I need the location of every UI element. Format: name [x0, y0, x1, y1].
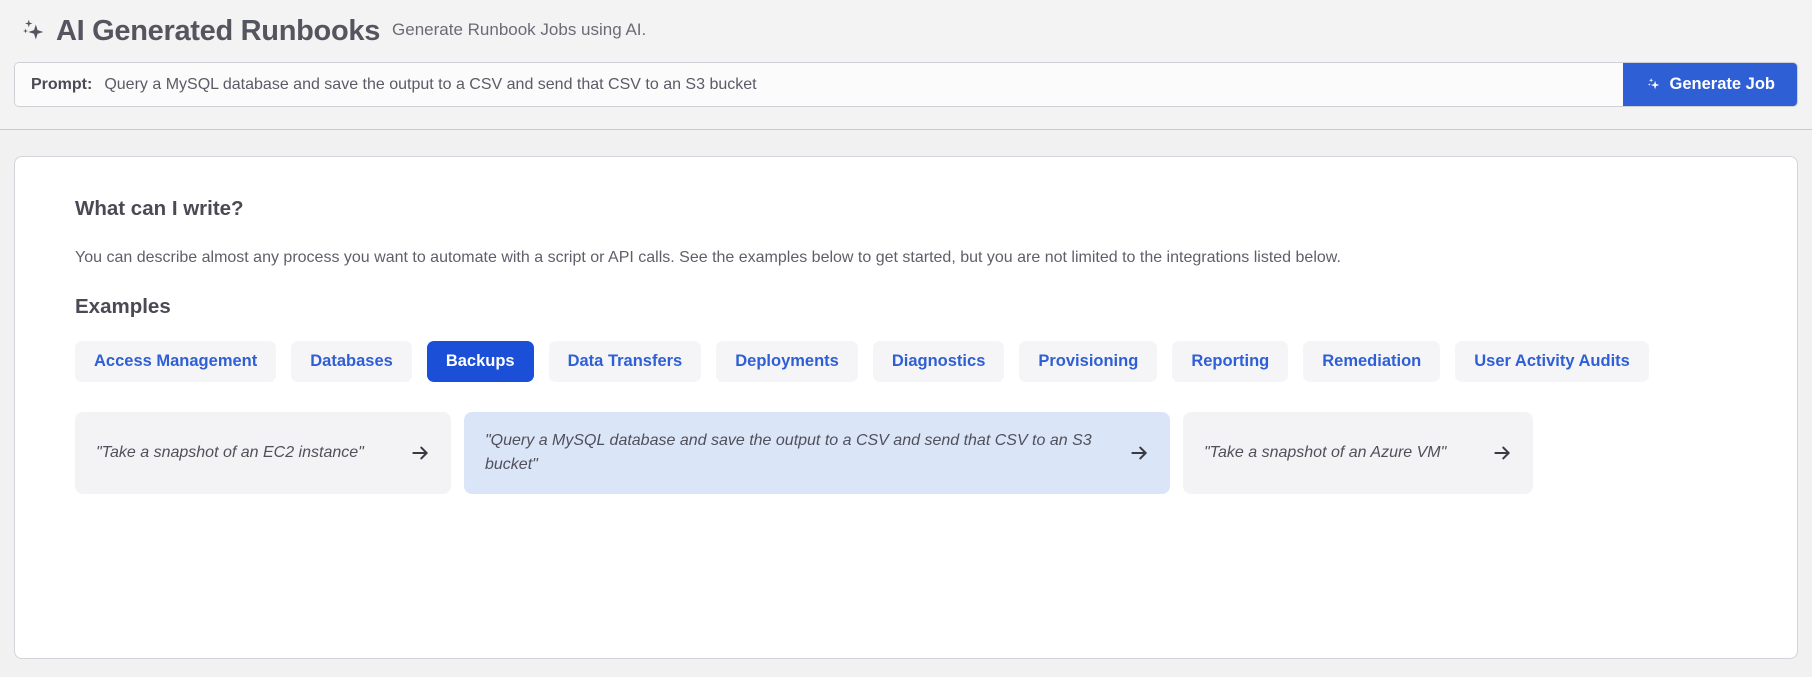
category-chip[interactable]: Backups: [426, 340, 534, 382]
category-chip-label: Reporting: [1191, 351, 1270, 370]
category-chip[interactable]: User Activity Audits: [1455, 340, 1649, 382]
sparkle-icon: [23, 19, 44, 40]
category-chip-label: Deployments: [735, 351, 839, 370]
category-chip[interactable]: Deployments: [716, 340, 858, 382]
page-subtitle: Generate Runbook Jobs using AI.: [392, 20, 647, 39]
example-prompt-card[interactable]: "Query a MySQL database and save the out…: [464, 411, 1170, 494]
prompt-value: Query a MySQL database and save the outp…: [104, 75, 757, 93]
generate-job-label: Generate Job: [1669, 75, 1775, 93]
prompt-label: Prompt:: [31, 75, 93, 93]
category-chip[interactable]: Databases: [291, 340, 412, 382]
example-card-list: "Take a snapshot of an EC2 instance" "Que…: [75, 411, 1737, 494]
category-chip[interactable]: Data Transfers: [548, 340, 702, 382]
page-header: AI Generated Runbooks Generate Runbook J…: [0, 0, 1812, 62]
category-chip-label: User Activity Audits: [1474, 351, 1630, 370]
prompt-input[interactable]: Prompt: Query a MySQL database and save …: [15, 63, 1623, 106]
what-can-i-write-heading: What can I write?: [75, 197, 244, 220]
main-content-area: What can I write? You can describe almos…: [0, 130, 1812, 677]
category-chip-label: Backups: [445, 351, 515, 370]
info-card: What can I write? You can describe almos…: [14, 156, 1798, 659]
description-text: You can describe almost any process you …: [75, 249, 1341, 266]
sparkle-icon: [1647, 78, 1659, 90]
category-chip[interactable]: Remediation: [1303, 340, 1441, 382]
arrow-right-icon: [412, 446, 428, 459]
prompt-section: Prompt: Query a MySQL database and save …: [0, 62, 1812, 130]
example-prompt-card[interactable]: "Take a snapshot of an EC2 instance": [75, 411, 451, 494]
prompt-bar: Prompt: Query a MySQL database and save …: [14, 62, 1798, 107]
examples-heading: Examples: [75, 294, 171, 318]
category-chip[interactable]: Provisioning: [1019, 340, 1158, 382]
category-chip[interactable]: Diagnostics: [872, 340, 1005, 382]
category-chip-label: Databases: [310, 351, 393, 370]
arrow-right-icon: [1131, 446, 1147, 459]
example-prompt-text: "Take a snapshot of an Azure VM": [1204, 443, 1447, 461]
example-prompt-card[interactable]: "Take a snapshot of an Azure VM": [1183, 411, 1533, 494]
page-title: AI Generated Runbooks: [56, 14, 381, 47]
category-chip[interactable]: Reporting: [1172, 340, 1289, 382]
generate-job-button[interactable]: Generate Job: [1622, 63, 1797, 106]
category-chip-label: Data Transfers: [567, 351, 683, 370]
category-chip-list: Access Management Databases Backups Data Tr…: [75, 340, 1737, 382]
category-chip-label: Remediation: [1322, 351, 1422, 370]
example-prompt-text: "Take a snapshot of an EC2 instance": [96, 443, 364, 461]
category-chip-label: Diagnostics: [891, 351, 986, 370]
arrow-right-icon: [1494, 446, 1510, 459]
category-chip[interactable]: Access Management: [75, 340, 277, 382]
example-prompt-text: "Query a MySQL database and save the out…: [485, 432, 1092, 473]
category-chip-label: Access Management: [94, 351, 258, 370]
category-chip-label: Provisioning: [1038, 351, 1139, 370]
